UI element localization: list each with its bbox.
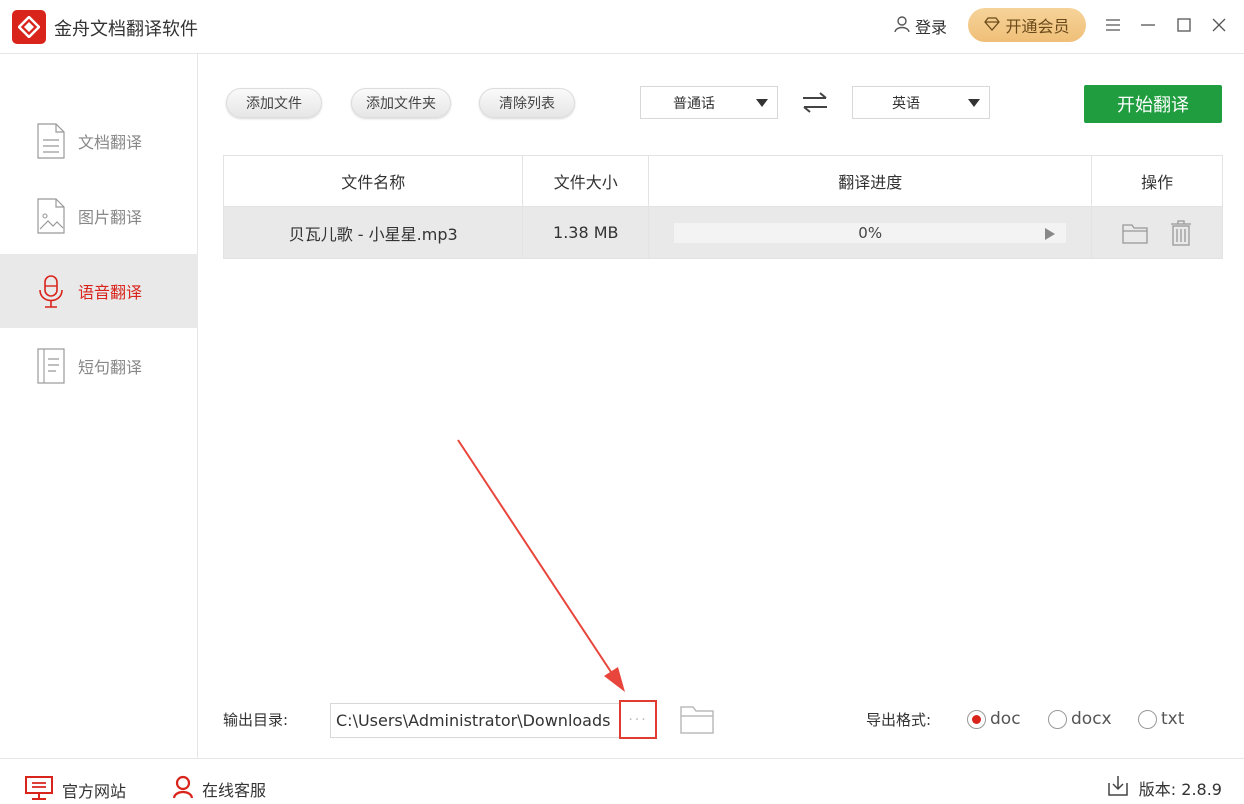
version-label: 版本: 2.8.9 <box>1138 780 1222 799</box>
export-format-label: 导出格式: <box>866 711 932 729</box>
text-icon <box>36 347 66 385</box>
file-size: 1.38 MB <box>523 207 650 258</box>
vip-button[interactable]: 开通会员 <box>968 8 1086 42</box>
format-radio-txt[interactable]: txt <box>1138 709 1184 729</box>
online-support-label: 在线客服 <box>202 781 267 800</box>
format-option-label: doc <box>990 709 1021 729</box>
app-logo-icon <box>12 10 46 44</box>
actions-cell <box>1092 207 1222 258</box>
progress-bar: 0% <box>674 222 1067 245</box>
clear-list-button[interactable]: 清除列表 <box>479 88 575 118</box>
title-bar: 金舟文档翻译软件 登录 开通会员 <box>0 0 1244 54</box>
sidebar-item-label: 文档翻译 <box>78 133 143 152</box>
source-language-select[interactable]: 普通话 <box>640 86 778 119</box>
target-language-select[interactable]: 英语 <box>852 86 990 119</box>
file-name: 贝瓦儿歌 - 小星星.mp3 <box>224 207 524 258</box>
login-button[interactable]: 登录 <box>893 14 947 38</box>
official-website-link[interactable]: 官方网站 <box>24 775 126 804</box>
sidebar-item-label: 语音翻译 <box>78 283 143 302</box>
sidebar-item-document[interactable]: 文档翻译 <box>0 104 198 178</box>
format-radio-docx[interactable]: docx <box>1048 709 1112 729</box>
source-language-value: 普通话 <box>673 95 715 112</box>
open-folder-icon[interactable] <box>1122 222 1148 244</box>
play-icon[interactable] <box>1044 226 1056 245</box>
output-dir-label: 输出目录: <box>223 711 289 729</box>
diamond-icon <box>984 16 1001 35</box>
sidebar: 文档翻译 图片翻译 语音翻译 短句翻译 <box>0 54 198 758</box>
app-title: 金舟文档翻译软件 <box>54 19 198 40</box>
column-header-progress: 翻译进度 <box>649 156 1093 206</box>
online-support-link[interactable]: 在线客服 <box>172 775 266 803</box>
add-folder-button[interactable]: 添加文件夹 <box>351 88 451 118</box>
output-dir-input[interactable] <box>331 704 613 737</box>
sidebar-item-voice[interactable]: 语音翻译 <box>0 254 198 328</box>
format-option-label: txt <box>1161 709 1185 729</box>
login-label: 登录 <box>915 18 948 37</box>
download-update-icon[interactable] <box>1107 775 1129 801</box>
menu-icon[interactable] <box>1100 12 1126 38</box>
column-header-name: 文件名称 <box>224 156 524 206</box>
swap-languages-icon[interactable] <box>800 90 830 116</box>
radio-selected-icon <box>967 709 986 729</box>
progress-text: 0% <box>858 223 883 242</box>
sidebar-item-sentence[interactable]: 短句翻译 <box>0 329 198 403</box>
maximize-icon[interactable] <box>1171 12 1197 38</box>
browse-button[interactable]: ··· <box>619 700 657 739</box>
radio-unselected-icon <box>1138 709 1157 729</box>
document-icon <box>36 122 66 160</box>
user-icon <box>893 15 911 37</box>
microphone-icon <box>36 272 66 310</box>
delete-icon[interactable] <box>1170 219 1192 246</box>
radio-unselected-icon <box>1048 709 1067 729</box>
sidebar-item-label: 短句翻译 <box>78 358 143 377</box>
sidebar-item-image[interactable]: 图片翻译 <box>0 179 198 253</box>
support-icon <box>172 775 194 803</box>
version-info: 版本: 2.8.9 <box>1107 775 1222 801</box>
column-header-size: 文件大小 <box>523 156 650 206</box>
minimize-icon[interactable] <box>1135 12 1161 38</box>
dropdown-arrow-icon <box>959 98 989 107</box>
format-radio-doc[interactable]: doc <box>967 709 1021 729</box>
open-output-folder-icon[interactable] <box>679 703 715 739</box>
table-header: 文件名称 文件大小 翻译进度 操作 <box>224 156 1222 207</box>
vip-label: 开通会员 <box>1005 17 1070 36</box>
output-dir-field[interactable] <box>330 703 656 738</box>
table-row[interactable]: 贝瓦儿歌 - 小星星.mp3 1.38 MB 0% <box>224 207 1222 258</box>
format-option-label: docx <box>1071 709 1112 729</box>
footer: 官方网站 在线客服 版本: 2.8.9 <box>0 758 1244 804</box>
sidebar-item-label: 图片翻译 <box>78 208 143 227</box>
target-language-value: 英语 <box>892 95 920 112</box>
dropdown-arrow-icon <box>747 98 777 107</box>
progress-cell: 0% <box>649 207 1093 258</box>
column-header-actions: 操作 <box>1141 173 1174 192</box>
close-icon[interactable] <box>1206 12 1232 38</box>
file-table: 文件名称 文件大小 翻译进度 操作 贝瓦儿歌 - 小星星.mp3 1.38 MB… <box>223 155 1223 259</box>
official-website-label: 官方网站 <box>62 782 127 801</box>
app-window: 金舟文档翻译软件 登录 开通会员 文档翻译 图片翻译 语音翻译 短句翻译 添加文… <box>0 0 1244 804</box>
start-translate-button[interactable]: 开始翻译 <box>1084 85 1222 123</box>
monitor-icon <box>24 775 54 804</box>
image-icon <box>36 197 66 235</box>
add-file-button[interactable]: 添加文件 <box>226 88 322 118</box>
